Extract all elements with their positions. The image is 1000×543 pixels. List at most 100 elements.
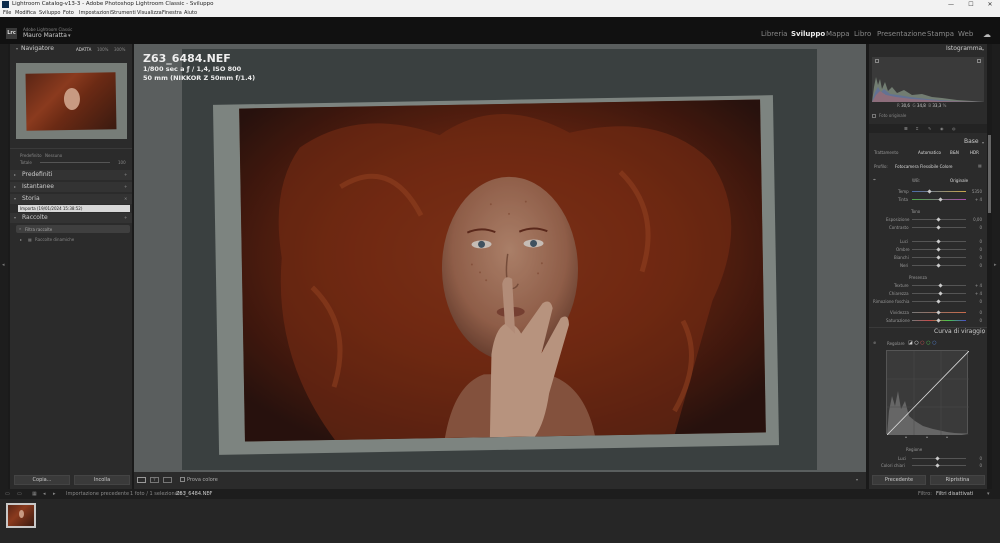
smart-collections-item[interactable]: Raccolte dinamiche — [35, 237, 74, 242]
add-preset-icon[interactable]: + — [124, 172, 127, 177]
highlight-clip-indicator[interactable] — [977, 59, 981, 63]
source-label[interactable]: Importazione precedente — [66, 489, 129, 499]
cloud-icon[interactable]: ☁ — [983, 30, 991, 39]
navigator-header[interactable]: ▾ Navigatore — [16, 44, 54, 53]
curve-lights-value[interactable]: 0 — [966, 463, 982, 468]
maximize-button[interactable]: ☐ — [961, 0, 981, 9]
navigator-preview[interactable] — [16, 63, 127, 139]
auto-button[interactable]: Automatico — [918, 150, 941, 155]
menu-visualizza[interactable]: Visualizza — [137, 9, 162, 17]
soft-proof-checkbox[interactable] — [180, 477, 185, 482]
collapse-icon[interactable]: ▾ — [982, 140, 984, 145]
split-point-1[interactable]: ▴ — [905, 434, 907, 439]
module-presentazione[interactable]: Presentazione — [877, 30, 926, 38]
compare-view-icon[interactable] — [163, 477, 172, 483]
istantanee-header[interactable]: ▸ Istantanee + — [10, 182, 132, 192]
split-point-3[interactable]: ▴ — [946, 434, 948, 439]
curve-channel-selector[interactable]: ◪ ○ ○ ○ ○ — [908, 340, 937, 346]
edit-tool-icon[interactable]: ☰ — [904, 126, 908, 131]
hdr-button[interactable]: HDR — [970, 150, 979, 155]
red-channel-icon[interactable]: ○ — [920, 340, 924, 346]
module-stampa[interactable]: Stampa — [927, 30, 954, 38]
identity-menu-icon[interactable]: ▾ — [68, 33, 71, 39]
module-libreria[interactable]: Libreria — [761, 30, 787, 38]
minimize-button[interactable]: — — [941, 0, 961, 9]
menu-modifica[interactable]: Modifica — [15, 9, 36, 17]
left-panel-toggle[interactable]: ◂ — [0, 44, 8, 489]
raccolte-header[interactable]: ▾ Raccolte + — [10, 213, 132, 223]
history-item[interactable]: Importa (19/01/2024 15:38:52) — [18, 205, 130, 212]
add-collection-icon[interactable]: + — [124, 215, 127, 220]
curve-highlights-value[interactable]: 0 — [966, 456, 982, 461]
clear-history-icon[interactable]: ✕ — [124, 196, 127, 201]
shadow-clip-indicator[interactable] — [875, 59, 879, 63]
module-sviluppo[interactable]: Sviluppo — [791, 30, 825, 38]
menu-impostazioni[interactable]: Impostazioni — [79, 9, 111, 17]
crop-tool-icon[interactable]: ⌗ — [916, 126, 918, 131]
before-after-icon[interactable]: Y — [150, 477, 159, 483]
menu-file[interactable]: File — [3, 9, 11, 17]
back-icon[interactable]: ◂ — [43, 489, 46, 499]
temp-slider[interactable] — [912, 191, 966, 192]
expand-icon[interactable]: ▸ — [20, 237, 22, 242]
grid-view-icon[interactable]: ▦ — [32, 489, 37, 499]
green-channel-icon[interactable]: ○ — [926, 340, 930, 346]
previous-button[interactable]: Precedente — [872, 475, 926, 485]
original-photo-checkbox[interactable] — [872, 114, 876, 118]
tone-curve-graph[interactable] — [886, 350, 970, 436]
second-window-icon[interactable]: ▭ — [5, 489, 10, 499]
tint-value[interactable]: + 4 — [966, 197, 982, 202]
profile-browser-icon[interactable]: ▦ — [978, 163, 982, 168]
histogram[interactable] — [872, 57, 984, 102]
menu-sviluppo[interactable]: Sviluppo — [39, 9, 61, 17]
collapse-icon[interactable]: ▾ — [982, 47, 984, 52]
reset-button[interactable]: Ripristina — [930, 475, 985, 485]
texture-value[interactable]: + 4 — [966, 283, 982, 288]
preset-amount-slider[interactable] — [40, 162, 110, 163]
forward-icon[interactable]: ▸ — [53, 489, 56, 499]
second-window-icon[interactable]: ▭ — [17, 489, 22, 499]
add-snapshot-icon[interactable]: + — [124, 184, 127, 189]
copy-button[interactable]: Copia... — [14, 475, 70, 485]
profile-select[interactable]: Fotocamera Flessibile Colore — [895, 164, 952, 169]
blacks-value[interactable]: 0 — [966, 263, 982, 268]
toolbar-menu-icon[interactable]: ▾ — [856, 477, 858, 482]
menu-foto[interactable]: Foto — [63, 9, 74, 17]
menu-aiuto[interactable]: Aiuto — [184, 9, 197, 17]
whites-value[interactable]: 0 — [966, 255, 982, 260]
predefiniti-header[interactable]: ▸ Predefiniti + — [10, 170, 132, 180]
loupe-view-icon[interactable] — [137, 477, 146, 483]
temp-value[interactable]: 5350 — [966, 189, 982, 194]
heal-tool-icon[interactable]: ✎ — [928, 126, 931, 131]
storia-header[interactable]: ▾ Storia ✕ — [10, 194, 132, 204]
mask-tool-icon[interactable]: ◍ — [952, 126, 956, 131]
loupe-view[interactable] — [134, 44, 866, 472]
menu-strumenti[interactable]: Strumenti — [111, 9, 136, 17]
curve-target-icon[interactable]: ⊕ — [873, 340, 876, 345]
right-panel-scrollbar[interactable] — [988, 135, 991, 213]
module-mappa[interactable]: Mappa — [826, 30, 850, 38]
blue-channel-icon[interactable]: ○ — [932, 340, 936, 346]
right-panel-toggle[interactable]: ▸ — [992, 44, 1000, 489]
module-web[interactable]: Web — [958, 30, 973, 38]
highlights-value[interactable]: 0 — [966, 239, 982, 244]
vibrance-value[interactable]: 0 — [966, 310, 982, 315]
point-curve-icon[interactable]: ◪ — [908, 340, 913, 346]
zoom-fit[interactable]: ADATTA — [76, 47, 91, 52]
bw-button[interactable]: B&N — [950, 150, 959, 155]
collections-filter[interactable]: ⌕ Filtra raccolte — [16, 225, 130, 233]
wb-select[interactable]: Originale — [950, 178, 968, 183]
saturation-value[interactable]: 0 — [966, 318, 982, 323]
menu-finestra[interactable]: Finestra — [162, 9, 182, 17]
redeye-tool-icon[interactable]: ◉ — [940, 126, 944, 131]
split-point-2[interactable]: ▴ — [926, 434, 928, 439]
filmstrip-thumbnail[interactable] — [6, 503, 36, 528]
eyedropper-icon[interactable]: ✒ — [873, 177, 876, 182]
dehaze-value[interactable]: 0 — [966, 299, 982, 304]
filename-menu-icon[interactable]: ▾ — [209, 489, 212, 499]
clarity-value[interactable]: + 4 — [966, 291, 982, 296]
exposure-value[interactable]: 0,00 — [966, 217, 982, 222]
zoom-100[interactable]: 100% — [97, 47, 108, 52]
filter-select[interactable]: Filtri disattivati — [936, 489, 973, 499]
white-channel-icon[interactable]: ○ — [914, 340, 918, 346]
